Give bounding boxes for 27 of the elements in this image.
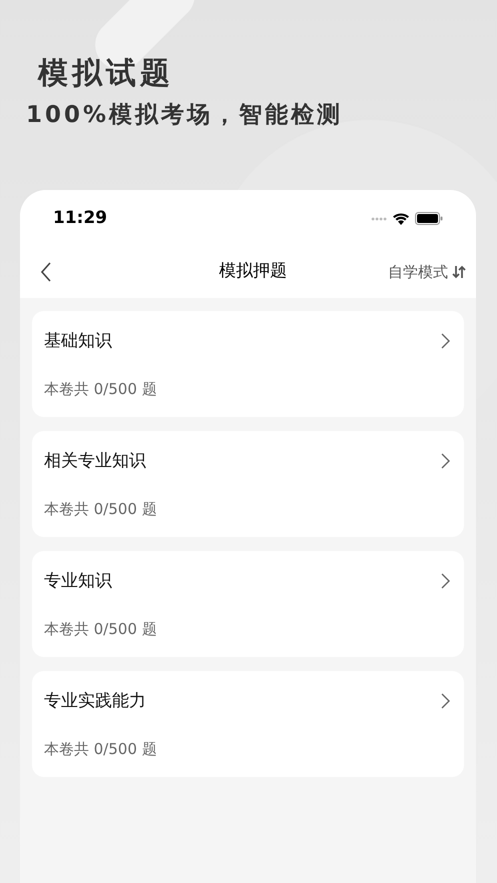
paper-title: 专业知识: [44, 570, 112, 593]
back-icon: [40, 262, 52, 282]
signal-icon: [371, 216, 387, 220]
hero-subtitle: 100%模拟考场，智能检测: [26, 101, 344, 130]
sort-icon: [452, 265, 466, 279]
paper-count: 本卷共 0/500 题: [44, 499, 158, 519]
status-time: 11:29: [53, 206, 108, 230]
paper-title: 专业实践能力: [44, 690, 146, 713]
paper-count: 本卷共 0/500 题: [44, 379, 158, 399]
battery-icon: [415, 212, 443, 225]
chevron-right-icon: [441, 333, 450, 349]
paper-title: 基础知识: [44, 330, 112, 353]
hero-title: 模拟试题: [38, 55, 175, 93]
chevron-right-icon: [441, 573, 450, 589]
paper-card[interactable]: 基础知识 本卷共 0/500 题: [32, 311, 464, 417]
mode-label: 自学模式: [388, 262, 448, 283]
wifi-icon: [392, 212, 410, 225]
page-title: 模拟押题: [219, 260, 287, 284]
paper-count: 本卷共 0/500 题: [44, 619, 158, 639]
paper-card[interactable]: 专业知识 本卷共 0/500 题: [32, 551, 464, 657]
paper-card[interactable]: 相关专业知识 本卷共 0/500 题: [32, 431, 464, 537]
chevron-right-icon: [441, 693, 450, 709]
mode-button[interactable]: 自学模式: [388, 260, 466, 284]
paper-card[interactable]: 专业实践能力 本卷共 0/500 题: [32, 671, 464, 777]
paper-title: 相关专业知识: [44, 450, 146, 473]
chevron-right-icon: [441, 453, 450, 469]
paper-count: 本卷共 0/500 题: [44, 739, 158, 759]
